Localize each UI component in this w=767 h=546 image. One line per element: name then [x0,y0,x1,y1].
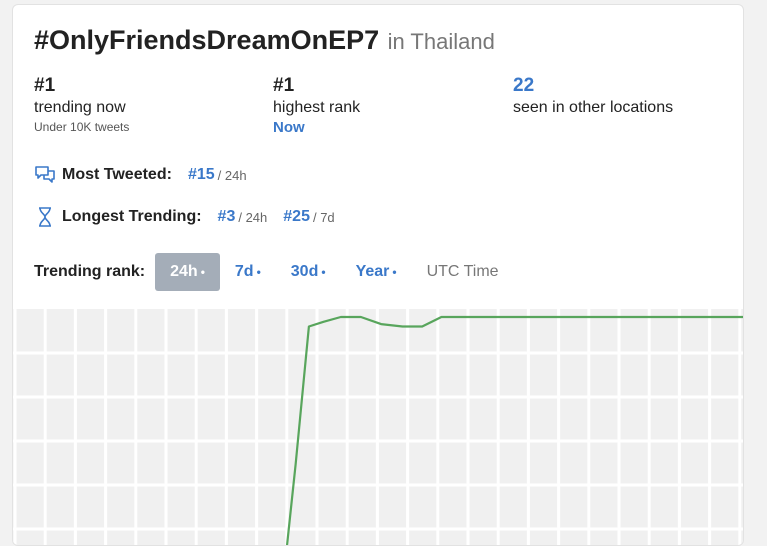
range-7d-button[interactable]: 7d • [220,253,276,291]
longest-trending-period-7d: / 7d [312,209,335,225]
stat-highest-rank: #1 highest rank Now [273,75,360,136]
title-row: #OnlyFriendsDreamOnEP7 in Thailand [34,25,495,56]
utc-time-toggle[interactable]: UTC Time [412,263,499,281]
trend-card: #OnlyFriendsDreamOnEP7 in Thailand #1 tr… [12,4,744,546]
longest-trending-row: Longest Trending: #3 / 24h #25 / 7d [34,206,351,228]
trending-rank-selector: Trending rank: 24h • 7d • 30d • Year • UTC T… [34,253,499,291]
most-tweeted-row: Most Tweeted: #15 / 24h [34,164,263,186]
longest-trending-rank-7d[interactable]: #25 [283,208,310,226]
range-7d-dot: • [256,265,261,279]
stat-other-locations: 22 seen in other locations [513,75,673,117]
other-locations-label: seen in other locations [513,99,674,116]
most-tweeted-label: Most Tweeted: [62,166,172,183]
most-tweeted-rank[interactable]: #15 [188,166,215,184]
hashtag-title[interactable]: #OnlyFriendsDreamOnEP7 [34,25,379,55]
longest-trending-label: Longest Trending: [62,208,202,225]
trending-rank-label: Trending rank: [34,263,146,280]
range-24h-label: 24h [170,263,198,280]
highest-rank-time[interactable]: Now [273,119,360,136]
stat-trending-now: #1 trending now Under 10K tweets [34,75,129,134]
range-30d-button[interactable]: 30d • [276,253,341,291]
range-7d-label: 7d [234,263,254,280]
speech-bubbles-icon [34,164,56,186]
trending-rank-chart[interactable] [13,309,743,545]
other-locations-count[interactable]: 22 [513,75,673,97]
longest-trending-rank-24h[interactable]: #3 [218,208,236,226]
hourglass-icon [34,206,56,228]
most-tweeted-period: / 24h [217,167,247,183]
highest-rank-label: highest rank [273,99,361,116]
longest-trending-period-24h: / 24h [238,209,268,225]
current-rank-label: trending now [34,99,126,116]
range-year-button[interactable]: Year • [341,253,412,291]
current-rank: #1 [34,75,56,96]
highest-rank: #1 [273,75,295,96]
tweet-volume: Under 10K tweets [34,120,130,134]
range-year-label: Year [355,263,390,280]
range-30d-label: 30d [290,263,319,280]
location-label: in Thailand [387,29,495,54]
range-24h-dot: • [200,265,205,279]
range-year-dot: • [392,265,397,279]
range-24h-button[interactable]: 24h • [155,253,220,291]
range-30d-dot: • [321,265,326,279]
